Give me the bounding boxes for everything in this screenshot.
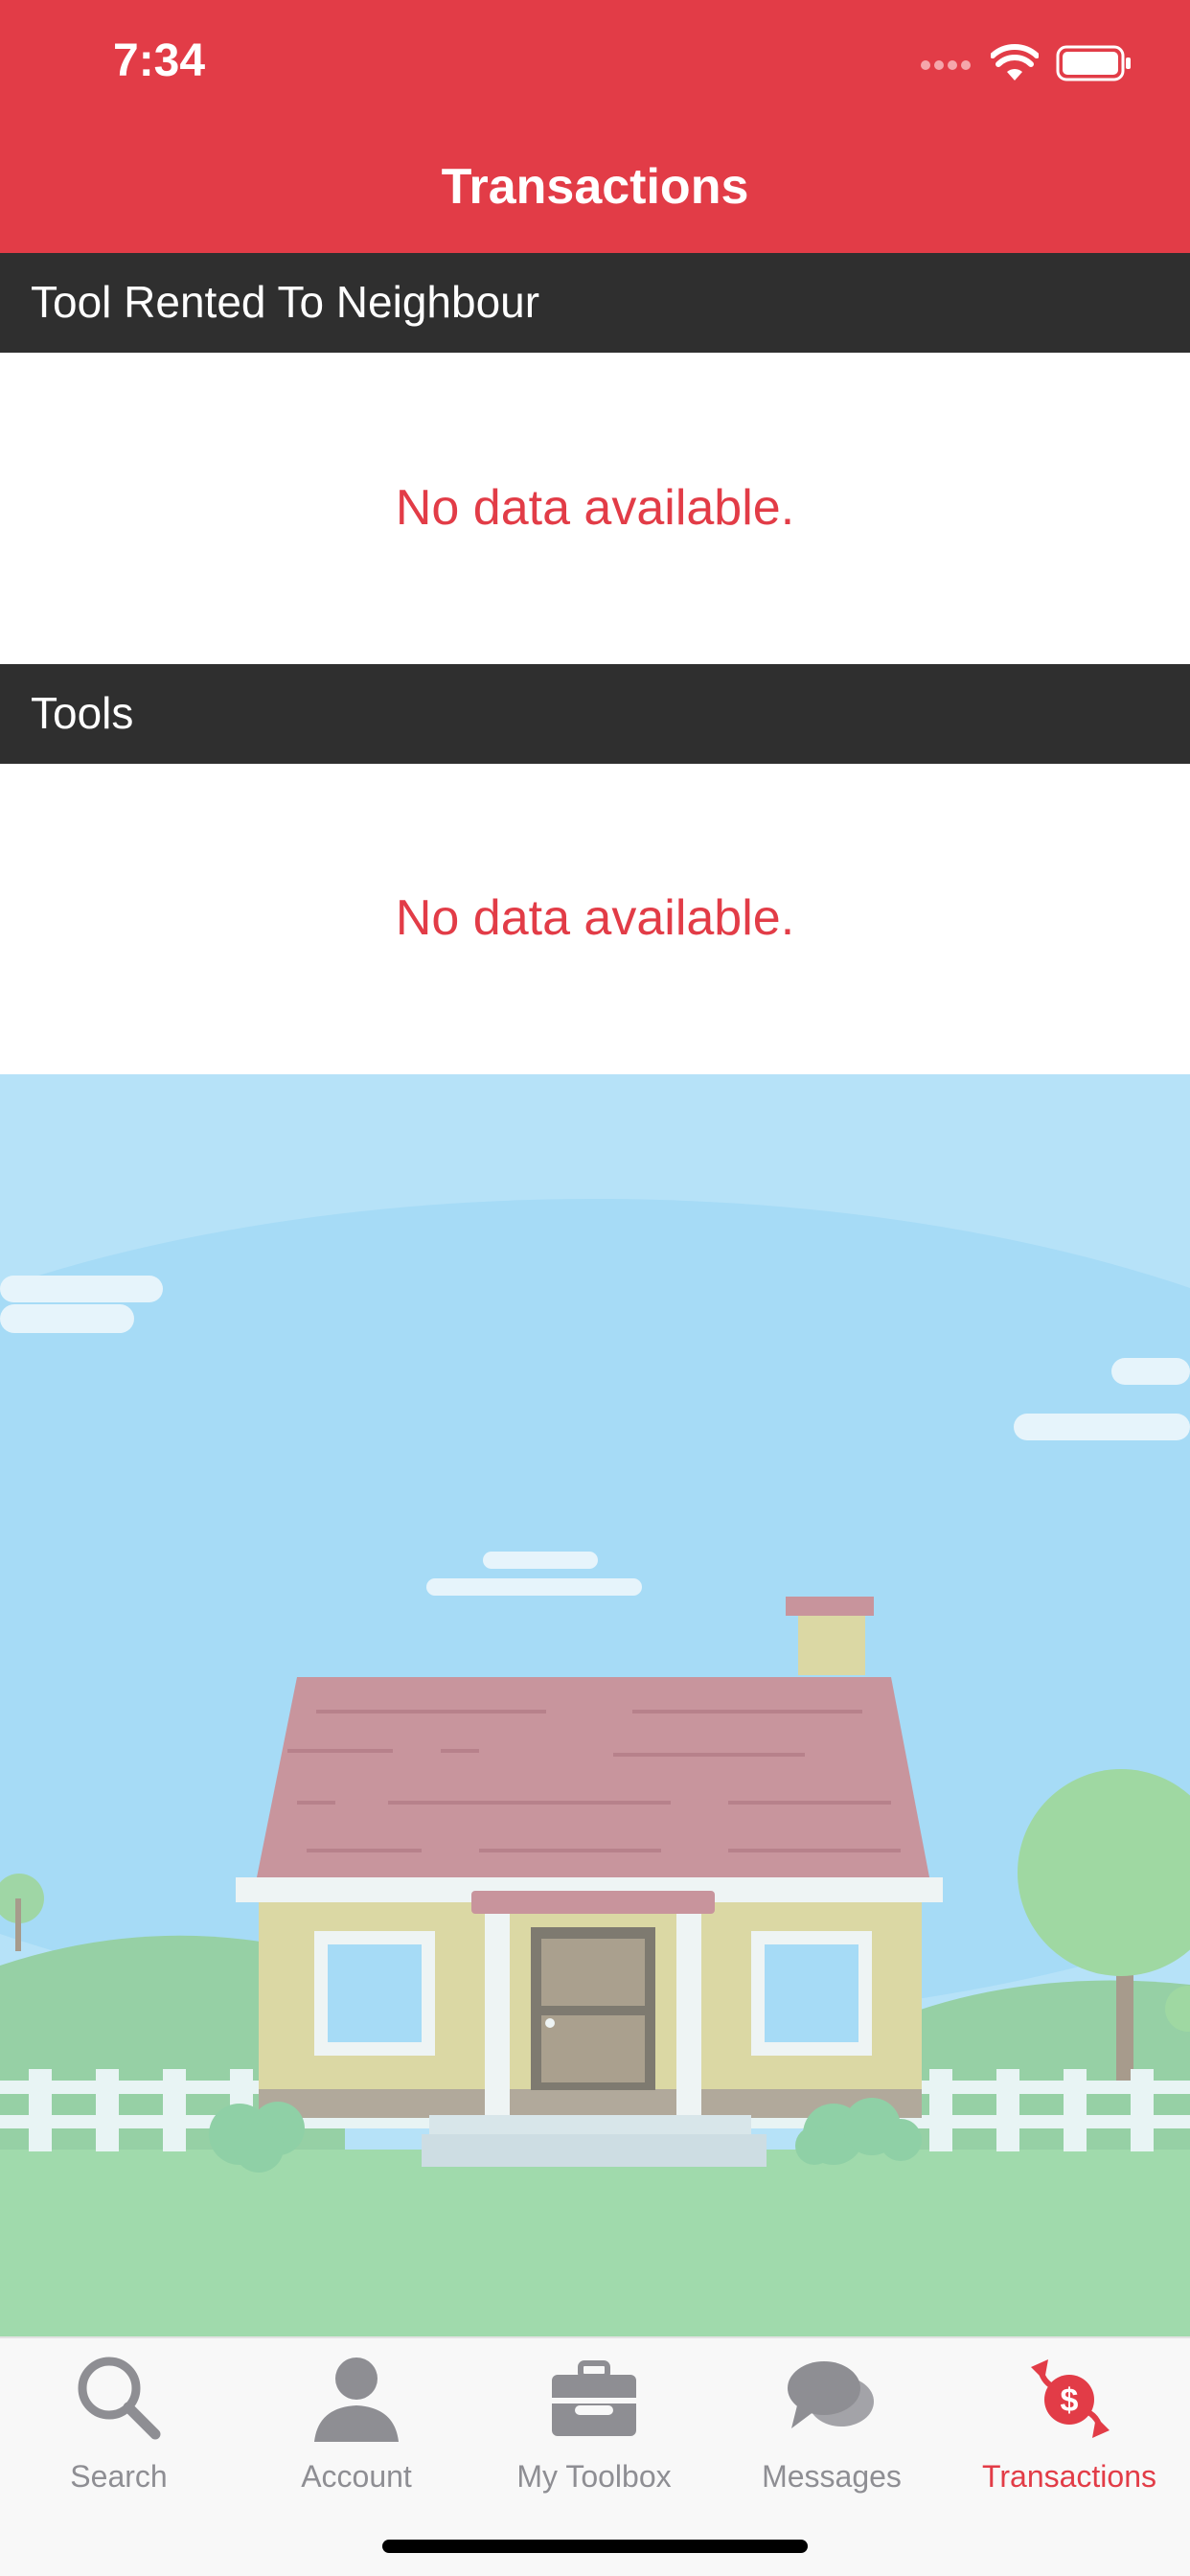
tab-messages[interactable]: Messages bbox=[713, 2352, 950, 2505]
home-indicator bbox=[382, 2540, 808, 2553]
status-icons bbox=[920, 44, 1133, 82]
tab-account[interactable]: Account bbox=[238, 2352, 475, 2505]
tab-transactions[interactable]: $ Transactions bbox=[950, 2352, 1188, 2505]
tab-label: Transactions bbox=[982, 2459, 1156, 2494]
tab-search[interactable]: Search bbox=[0, 2352, 238, 2505]
tab-label: Messages bbox=[762, 2459, 902, 2494]
house-illustration bbox=[0, 1074, 1190, 2336]
svg-text:$: $ bbox=[1061, 2382, 1079, 2419]
empty-message: No data available. bbox=[395, 480, 795, 536]
tab-my-toolbox[interactable]: My Toolbox bbox=[475, 2352, 713, 2505]
tab-label: Search bbox=[70, 2459, 168, 2494]
dollar-exchange-icon: $ bbox=[1031, 2359, 1110, 2438]
page-title: Transactions bbox=[441, 159, 749, 215]
section-title: Tool Rented To Neighbour bbox=[31, 277, 540, 327]
signal-icon bbox=[921, 60, 971, 70]
section-header-tools: Tools bbox=[0, 664, 1190, 764]
toolbox-icon bbox=[552, 2360, 636, 2436]
person-icon bbox=[314, 2358, 399, 2442]
battery-icon bbox=[1056, 45, 1131, 81]
empty-message: No data available. bbox=[395, 890, 795, 946]
status-time: 7:34 bbox=[113, 35, 206, 86]
section-header-tool-rented: Tool Rented To Neighbour bbox=[0, 253, 1190, 353]
chat-bubbles-icon bbox=[788, 2361, 874, 2428]
nav-header: 7:34 Transactions bbox=[0, 0, 1190, 253]
tab-label: Account bbox=[301, 2459, 412, 2494]
wifi-icon bbox=[991, 44, 1039, 80]
tab-label: My Toolbox bbox=[516, 2459, 672, 2494]
section-title: Tools bbox=[31, 688, 134, 738]
search-icon bbox=[78, 2357, 161, 2440]
